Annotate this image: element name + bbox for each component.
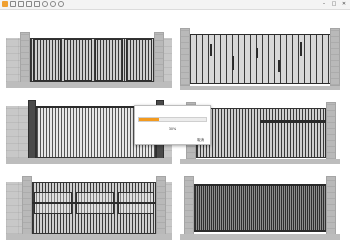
redo-icon[interactable]	[50, 1, 56, 7]
accent-bar	[278, 60, 280, 72]
pillar-left	[20, 32, 30, 84]
pillar-right	[326, 102, 336, 160]
open-icon[interactable]	[18, 1, 24, 7]
top-rail	[194, 184, 326, 186]
gate-option-6[interactable]	[180, 174, 340, 240]
accent-bar	[300, 42, 302, 56]
ground	[6, 158, 172, 164]
ground	[180, 86, 340, 90]
horizontal-rail	[32, 202, 156, 204]
progress-bar-fill	[139, 118, 160, 121]
bottom-rail	[194, 230, 326, 232]
accent-bar	[256, 48, 258, 58]
gate-panel	[33, 39, 61, 81]
pillar-right	[330, 28, 340, 86]
ground	[6, 234, 172, 240]
gate-panel	[95, 39, 123, 81]
title-bar: – □ ✕	[0, 0, 350, 10]
save-icon[interactable]	[26, 1, 32, 7]
gate-panel	[126, 39, 152, 81]
cancel-button[interactable]: 取消	[195, 137, 206, 142]
app-logo-icon	[2, 1, 8, 7]
top-rail	[190, 34, 330, 35]
maximize-button[interactable]: □	[329, 0, 339, 9]
undo-icon[interactable]	[42, 1, 48, 7]
accent-bar	[232, 56, 234, 70]
settings-icon[interactable]	[58, 1, 64, 7]
close-button[interactable]: ✕	[339, 0, 349, 9]
pillar-right	[326, 176, 336, 236]
pillar-right	[156, 176, 166, 236]
pillar-left	[28, 100, 36, 160]
gate	[194, 184, 326, 232]
gate	[196, 108, 326, 158]
progress-bar	[138, 117, 207, 122]
gate-option-2[interactable]	[180, 26, 340, 90]
gate-option-1[interactable]	[6, 28, 172, 88]
gate-option-5[interactable]	[6, 174, 172, 240]
export-icon[interactable]	[34, 1, 40, 7]
ground	[180, 159, 340, 164]
pillar-left	[22, 176, 32, 236]
minimize-button[interactable]: –	[319, 0, 329, 9]
pillar-right	[154, 32, 164, 84]
gate-panel	[64, 39, 92, 81]
gate	[190, 34, 330, 84]
progress-dialog: 30% 取消	[134, 105, 211, 145]
bottom-rail	[190, 83, 330, 84]
progress-percent: 30%	[168, 127, 177, 131]
ground	[180, 234, 340, 240]
new-icon[interactable]	[10, 1, 16, 7]
pillar-left	[180, 28, 190, 86]
horizontal-rail	[260, 120, 326, 123]
accent-bar	[210, 44, 212, 56]
pillar-left	[184, 176, 194, 236]
ground	[6, 82, 172, 88]
